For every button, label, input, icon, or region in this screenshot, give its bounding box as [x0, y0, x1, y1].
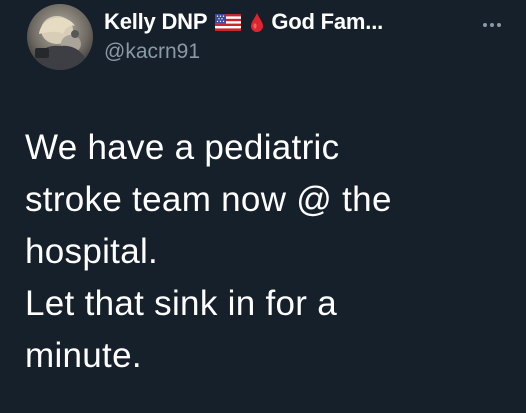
tweet-text-line: minute. — [25, 336, 142, 375]
blood-drop-icon — [250, 12, 264, 33]
tweet-text-line: Let that sink in for a — [25, 284, 338, 323]
tweet-card: Kelly DNP God Fam... @kacrn91 We have a … — [0, 0, 526, 413]
us-flag-icon — [215, 13, 242, 31]
tweet-text-line: stroke team now @ the — [25, 180, 392, 219]
more-options-icon[interactable] — [481, 16, 503, 27]
author-name-row[interactable]: Kelly DNP God Fam... — [104, 7, 383, 37]
author-display-name-suffix[interactable]: God Fam... — [271, 9, 383, 35]
author-handle[interactable]: @kacrn91 — [104, 40, 200, 64]
author-display-name[interactable]: Kelly DNP — [104, 9, 208, 35]
avatar-image — [27, 4, 93, 70]
tweet-text-line: We have a pediatric — [25, 128, 340, 167]
tweet-text: We have a pediatric stroke team now @ th… — [25, 122, 495, 382]
avatar[interactable] — [27, 4, 93, 70]
tweet-text-line: hospital. — [25, 232, 159, 271]
